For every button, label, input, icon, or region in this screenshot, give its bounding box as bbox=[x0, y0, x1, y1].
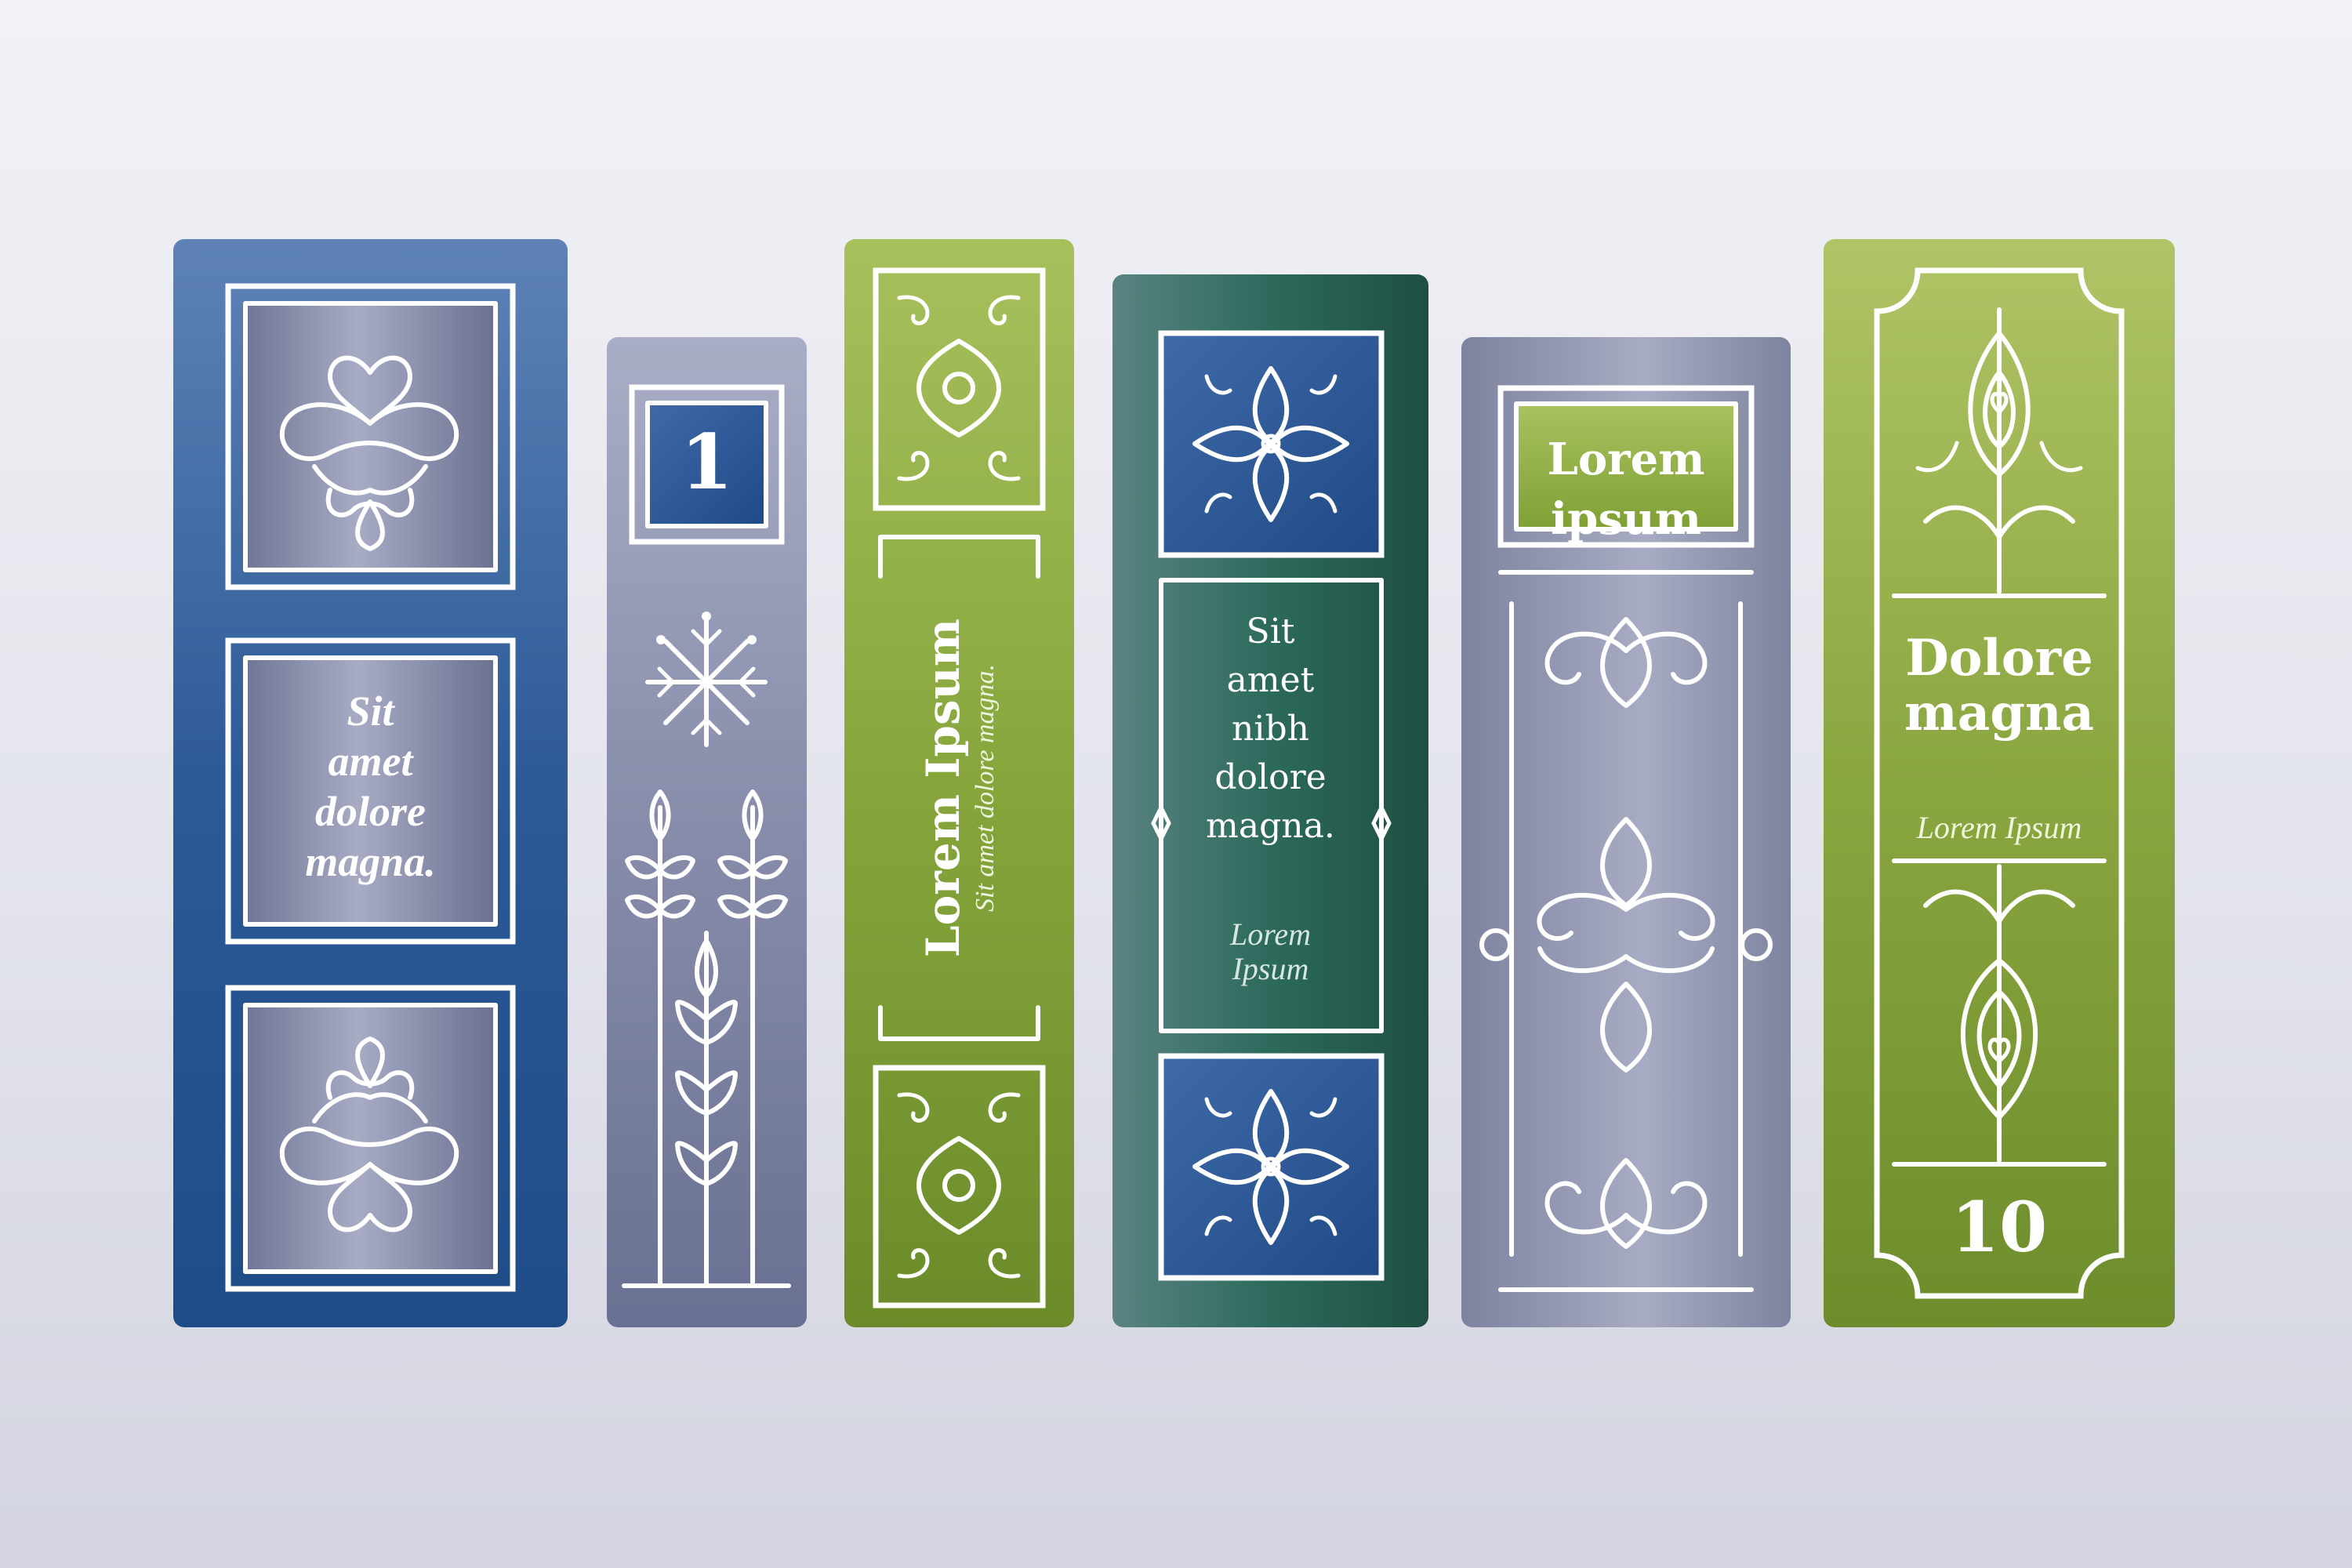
volume-number: 10 bbox=[1951, 1186, 2048, 1268]
green-wide-subtitle: Lorem Ipsum bbox=[1916, 810, 2082, 845]
snowflake-icon bbox=[645, 612, 768, 747]
peacock-feather-icon bbox=[1915, 307, 2083, 594]
book-spine-teal[interactable]: Sit amet nibh dolore magna. Lorem Ipsum bbox=[1112, 274, 1428, 1327]
sublabel-line: Ipsum bbox=[1232, 951, 1309, 986]
green-wide-title: Dolore magna bbox=[1824, 631, 2175, 741]
title-line: magna bbox=[1904, 684, 2094, 742]
label-line: ipsum bbox=[1551, 493, 1701, 545]
teal-spine-sublabel: Lorem Ipsum bbox=[1112, 917, 1428, 986]
label-line: magna. bbox=[305, 838, 436, 885]
volume-number: 1 bbox=[681, 418, 733, 506]
scroll-ornament-icon bbox=[1537, 617, 1715, 1249]
title-line: Dolore bbox=[1905, 629, 2093, 688]
eye-ornament-icon bbox=[897, 295, 1021, 481]
label-line: dolore bbox=[315, 788, 426, 835]
book-spine-green-vertical[interactable]: Lorem Ipsum Sit amet dolore magna. bbox=[844, 239, 1074, 1327]
wheat-stems-icon bbox=[622, 789, 791, 1288]
sublabel-line: Lorem bbox=[1230, 916, 1311, 952]
label-line: amet bbox=[1226, 660, 1315, 700]
peacock-feather-icon-inverted bbox=[1923, 864, 2075, 1163]
label-line: Lorem bbox=[1547, 434, 1705, 485]
label-line: Sit bbox=[347, 688, 394, 735]
book-spine-blue[interactable]: Sit amet dolore magna. bbox=[173, 239, 568, 1327]
book-spine-gray-wide[interactable]: Lorem ipsum bbox=[1461, 337, 1791, 1327]
label-line: dolore bbox=[1214, 757, 1327, 797]
book-spine-green-wide[interactable]: Dolore magna Lorem Ipsum 10 bbox=[1824, 239, 2175, 1327]
label-line: magna. bbox=[1206, 806, 1335, 846]
book-title: Lorem Ipsum bbox=[916, 618, 970, 958]
label-line: nibh bbox=[1232, 709, 1309, 749]
gray-wide-spine-label: Lorem ipsum bbox=[1461, 430, 1791, 549]
label-line: Sit bbox=[1246, 612, 1295, 652]
blue-spine-label: Sit amet dolore magna. bbox=[173, 686, 568, 887]
label-line: amet bbox=[328, 738, 413, 785]
book-spine-gray-narrow[interactable]: 1 bbox=[607, 337, 807, 1327]
book-subtitle: Sit amet dolore magna. bbox=[971, 663, 1000, 913]
green-wide-spine-ornaments bbox=[1874, 267, 2125, 1299]
teal-spine-label: Sit amet nibh dolore magna. bbox=[1112, 608, 1428, 851]
eye-ornament-icon bbox=[897, 1092, 1021, 1279]
